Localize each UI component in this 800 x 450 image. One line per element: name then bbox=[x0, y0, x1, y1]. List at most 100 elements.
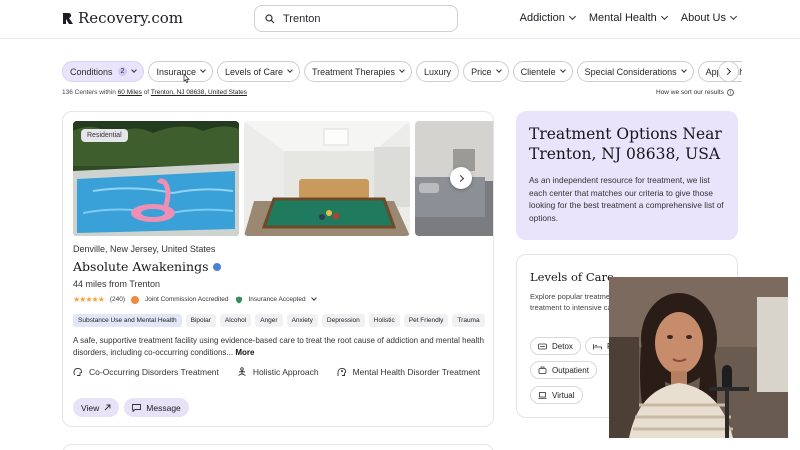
message-label: Message bbox=[146, 402, 181, 413]
chevron-down-icon bbox=[495, 67, 502, 73]
accreditation-icon bbox=[131, 295, 140, 304]
tag: Trauma bbox=[452, 314, 485, 327]
chevron-right-icon bbox=[723, 67, 732, 76]
listing-name[interactable]: Absolute Awakenings bbox=[73, 259, 221, 274]
chevron-down-icon bbox=[399, 67, 405, 73]
chevron-down-icon bbox=[660, 12, 668, 21]
filter-count-badge: 2 bbox=[117, 67, 128, 76]
filter-clientele[interactable]: Clientele bbox=[512, 61, 573, 82]
listing-name-text: Absolute Awakenings bbox=[73, 259, 209, 274]
filter-conditions[interactable]: Conditions 2 bbox=[62, 61, 145, 82]
filter-label: Price bbox=[471, 66, 492, 77]
listing-description: A safe, supportive treatment facility us… bbox=[73, 335, 485, 359]
feature-mental-health: Mental Health Disorder Treatment bbox=[337, 367, 481, 377]
logo-text: Recovery.com bbox=[78, 9, 184, 27]
search-icon bbox=[265, 13, 275, 23]
chevron-right-icon bbox=[456, 174, 464, 182]
tag: Substance Use and Mental Health bbox=[73, 314, 182, 327]
insurance-label[interactable]: Insurance Accepted bbox=[249, 296, 306, 303]
nav-addiction[interactable]: Addiction bbox=[520, 12, 576, 24]
filter-scroll-right-button[interactable] bbox=[718, 61, 739, 82]
message-icon bbox=[132, 403, 142, 412]
radius-link[interactable]: 60 Miles bbox=[118, 89, 142, 96]
listing-photo-game-room bbox=[244, 121, 410, 236]
view-button[interactable]: View bbox=[73, 398, 120, 417]
more-link[interactable]: More bbox=[235, 348, 254, 357]
filter-bar: Conditions 2 Insurance Levels of Care Tr… bbox=[62, 61, 742, 82]
outpatient-icon bbox=[538, 366, 547, 374]
filter-treatment-therapies[interactable]: Treatment Therapies bbox=[304, 61, 413, 82]
accreditation-label: Joint Commission Accredited bbox=[145, 296, 229, 303]
feature-label: Co-Occurring Disorders Treatment bbox=[89, 367, 219, 377]
filter-luxury[interactable]: Luxury bbox=[416, 61, 460, 82]
tag: Depression bbox=[321, 314, 365, 327]
message-button[interactable]: Message bbox=[124, 398, 189, 417]
level-virtual[interactable]: Virtual bbox=[530, 386, 583, 404]
levels-of-care-title: Levels of Care bbox=[530, 270, 614, 284]
search-value: Trenton bbox=[283, 12, 321, 25]
listing-card[interactable]: Residential Denville, New Jersey, United… bbox=[62, 111, 494, 427]
carousel-next-button[interactable] bbox=[450, 167, 472, 189]
meditation-icon bbox=[238, 367, 246, 376]
level-detox[interactable]: Detox bbox=[530, 337, 581, 355]
nav-mental-health-label: Mental Health bbox=[588, 12, 657, 24]
sort-info-label: How we sort our results bbox=[656, 89, 724, 96]
tag: Anger bbox=[255, 314, 283, 327]
bed-icon bbox=[593, 343, 602, 349]
mouse-pointer-icon bbox=[183, 73, 190, 83]
filter-price[interactable]: Price bbox=[463, 61, 509, 82]
treatment-options-title: Treatment Options Near Trenton, NJ 08638… bbox=[529, 125, 722, 163]
chevron-down-icon bbox=[680, 67, 687, 73]
shield-check-icon bbox=[235, 296, 242, 303]
tag: Alcohol bbox=[219, 314, 252, 327]
logo-icon bbox=[63, 12, 73, 24]
laptop-icon bbox=[538, 391, 547, 399]
feature-holistic: Holistic Approach bbox=[237, 367, 319, 377]
rating-count: (240) bbox=[109, 296, 126, 303]
info-icon: i bbox=[726, 89, 734, 96]
listing-location: Denville, New Jersey, United States bbox=[73, 244, 216, 254]
tag: Holistic bbox=[368, 314, 400, 327]
listing-actions: View Message bbox=[73, 398, 189, 417]
nav-about-us[interactable]: About Us bbox=[681, 12, 738, 24]
filter-label: Clientele bbox=[520, 66, 556, 77]
chevron-down-icon[interactable] bbox=[310, 295, 317, 301]
star-rating-icon: ★★★★★ bbox=[73, 295, 105, 304]
detox-icon bbox=[538, 343, 547, 349]
level-outpatient[interactable]: Outpatient bbox=[530, 361, 597, 379]
site-logo[interactable]: Recovery.com bbox=[62, 9, 183, 27]
tag: Bipolar bbox=[185, 314, 216, 327]
description-line-2: disorders, including co-occurring condit… bbox=[73, 348, 234, 357]
listing-card-next[interactable] bbox=[62, 444, 494, 450]
photo-carousel[interactable]: Residential bbox=[73, 121, 493, 236]
filter-special-considerations[interactable]: Special Considerations bbox=[576, 61, 694, 82]
filter-levels-of-care[interactable]: Levels of Care bbox=[216, 61, 300, 82]
treatment-options-description: As an independent resource for treatment… bbox=[529, 175, 724, 223]
search-input[interactable]: Trenton bbox=[254, 5, 458, 32]
results-of: of bbox=[143, 89, 150, 96]
filter-label: Conditions bbox=[70, 66, 113, 77]
verified-badge-icon bbox=[212, 262, 221, 271]
chevron-down-icon bbox=[200, 67, 206, 73]
nav-mental-health[interactable]: Mental Health bbox=[588, 12, 668, 24]
sort-info-link[interactable]: How we sort our results i bbox=[656, 89, 734, 96]
feature-co-occurring: Co-Occurring Disorders Treatment bbox=[73, 367, 219, 377]
feature-label: Holistic Approach bbox=[252, 367, 319, 377]
level-label: Virtual bbox=[552, 390, 575, 400]
chevron-down-icon bbox=[568, 12, 576, 21]
mental-health-icon bbox=[337, 367, 346, 376]
chevron-down-icon bbox=[729, 12, 738, 21]
chevron-down-icon bbox=[559, 67, 566, 73]
rating-row: ★★★★★ (240) Joint Commission Accredited … bbox=[73, 295, 317, 304]
main-nav: Addiction Mental Health About Us bbox=[520, 12, 738, 24]
tag: Anxiety bbox=[286, 314, 318, 327]
residential-badge: Residential bbox=[81, 129, 128, 142]
location-link[interactable]: Trenton, NJ 08638, United States bbox=[151, 89, 247, 96]
presenter-video-overlay bbox=[609, 277, 788, 438]
tag: Pet Friendly bbox=[403, 314, 449, 327]
feature-label: Mental Health Disorder Treatment bbox=[352, 367, 481, 377]
level-label: Outpatient bbox=[552, 365, 589, 375]
brain-icon bbox=[73, 367, 83, 376]
filter-label: Levels of Care bbox=[224, 66, 283, 77]
chevron-down-icon bbox=[287, 67, 293, 73]
